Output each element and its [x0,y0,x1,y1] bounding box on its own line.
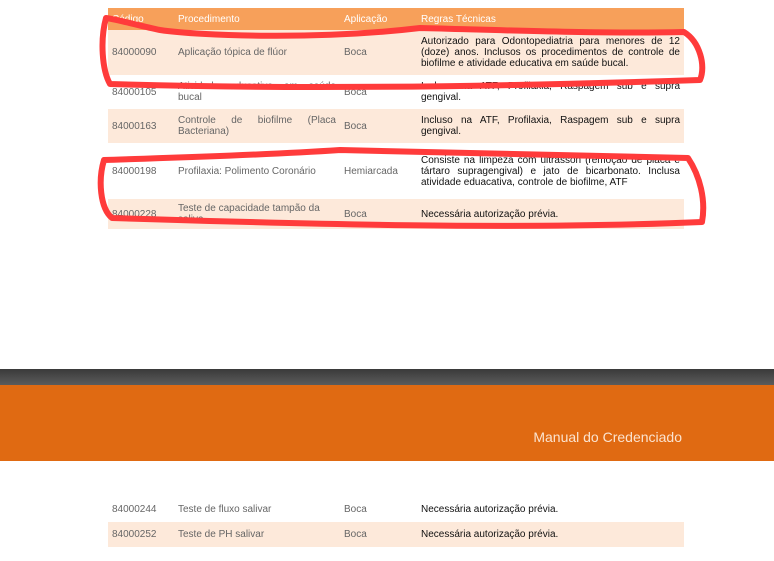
cell-code: 84000228 [108,199,174,229]
cell-rule: Incluso na ATF, Profilaxia, Raspagem sub… [417,75,684,109]
procedures-table: Código Procedimento Aplicação Regras Téc… [108,8,684,229]
cell-code: 84000105 [108,75,174,109]
cell-code: 84000244 [108,497,174,522]
banner-title: Manual do Credenciado [533,429,682,445]
cell-application: Boca [340,522,417,547]
cell-application: Boca [340,30,417,75]
table-row: 84000244 Teste de fluxo salivar Boca Nec… [108,497,684,522]
header-application: Aplicação [340,8,417,30]
cell-code: 84000090 [108,30,174,75]
cell-rule: Autorizado para Odontopediatria para men… [417,30,684,75]
cell-rule: Incluso na ATF, Profilaxia, Raspagem sub… [417,109,684,143]
table-row: 84000252 Teste de PH salivar Boca Necess… [108,522,684,547]
page-banner: Manual do Credenciado [0,385,774,461]
cell-rule: Necessária autorização prévia. [417,199,684,229]
cell-application: Boca [340,75,417,109]
header-code: Código [108,8,174,30]
table-row: 84000090 Aplicação tópica de flúor Boca … [108,30,684,75]
header-procedure: Procedimento [174,8,340,30]
table-header-row: Código Procedimento Aplicação Regras Téc… [108,8,684,30]
cell-code: 84000198 [108,143,174,199]
cell-procedure: Aplicação tópica de flúor [174,30,340,75]
cell-procedure: Atividade educativa em saúde bucal [174,75,340,109]
cell-procedure: Profilaxia: Polimento Coronário [174,143,340,199]
cell-procedure: Teste de capacidade tampão da saliva [174,199,340,229]
cell-rule: Necessária autorização prévia. [417,522,684,547]
cell-application: Boca [340,497,417,522]
cell-application: Hemiarcada [340,143,417,199]
header-rules: Regras Técnicas [417,8,684,30]
table-row: 84000105 Atividade educativa em saúde bu… [108,75,684,109]
cell-procedure: Teste de fluxo salivar [174,497,340,522]
table-row: 84000198 Profilaxia: Polimento Coronário… [108,143,684,199]
cell-rule: Consiste na limpeza com ultrasson (remoç… [417,143,684,199]
page-divider [0,369,774,385]
procedures-table-continued: 84000244 Teste de fluxo salivar Boca Nec… [108,497,684,547]
cell-procedure: Teste de PH salivar [174,522,340,547]
cell-application: Boca [340,199,417,229]
cell-rule: Necessária autorização prévia. [417,497,684,522]
table-row: 84000163 Controle de biofilme (Placa Bac… [108,109,684,143]
cell-code: 84000252 [108,522,174,547]
cell-code: 84000163 [108,109,174,143]
cell-application: Boca [340,109,417,143]
cell-procedure: Controle de biofilme (Placa Bacteriana) [174,109,340,143]
table-row: 84000228 Teste de capacidade tampão da s… [108,199,684,229]
